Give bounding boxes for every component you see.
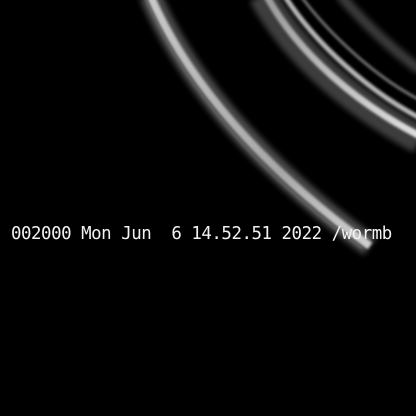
timestamp-caption: 002000 Mon Jun 6 14.52.51 2022 /wormb (11, 224, 392, 244)
curved-bands-image (140, 0, 416, 255)
rendered-frame: 002000 Mon Jun 6 14.52.51 2022 /wormb (0, 0, 416, 416)
far-right-glow (337, 0, 416, 74)
